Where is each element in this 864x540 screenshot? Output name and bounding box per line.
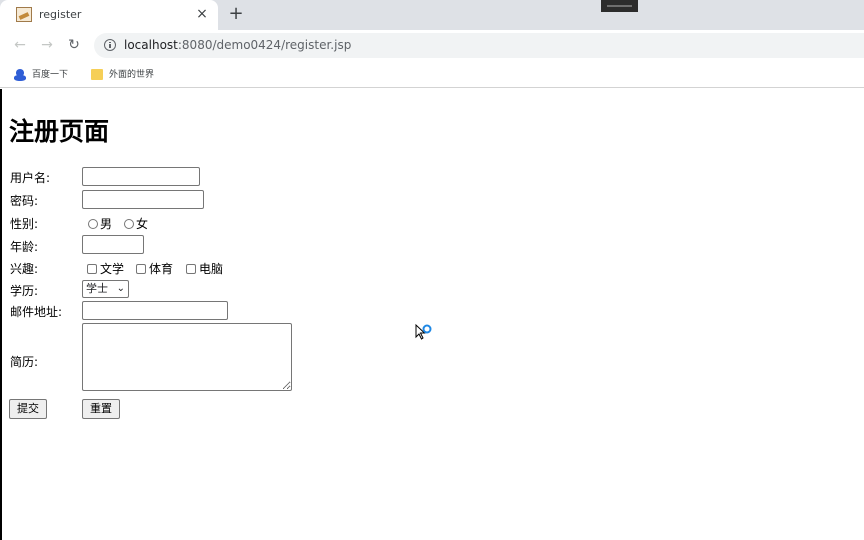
reset-button[interactable]: 重置	[82, 399, 120, 419]
hobby-label: 兴趣:	[10, 262, 39, 276]
username-label: 用户名:	[10, 171, 51, 185]
resume-textarea[interactable]	[82, 323, 292, 391]
address-bar[interactable]: localhost:8080/demo0424/register.jsp	[94, 33, 864, 58]
new-tab-button[interactable]: +	[226, 4, 246, 24]
gender-option-female[interactable]: 女	[124, 215, 148, 232]
hobby-sports-text: 体育	[149, 262, 174, 276]
education-label: 学历:	[10, 284, 39, 298]
hobby-computer-text: 电脑	[199, 262, 224, 276]
bookmarks-bar: 百度一下 外面的世界	[0, 60, 864, 88]
gender-label: 性别:	[10, 217, 39, 231]
mouse-cursor-icon	[415, 323, 432, 340]
baidu-icon	[14, 68, 26, 81]
gender-male-text: 男	[100, 217, 113, 231]
tab-register[interactable]: register ×	[0, 0, 218, 30]
education-selected-value: 学士	[86, 282, 108, 295]
url-path: :8080/demo0424/register.jsp	[177, 38, 352, 52]
bookmark-baidu[interactable]: 百度一下	[14, 67, 68, 81]
page-title: 注册页面	[9, 117, 110, 146]
info-icon[interactable]	[104, 39, 116, 51]
url-host: localhost	[124, 38, 178, 52]
gender-female-text: 女	[136, 217, 149, 231]
back-arrow-icon[interactable]: ←	[10, 35, 30, 55]
submit-button[interactable]: 提交	[9, 399, 47, 419]
resume-label: 简历:	[10, 355, 39, 369]
password-input[interactable]	[82, 190, 204, 209]
radio-button[interactable]	[124, 219, 134, 229]
browser-toolbar: ← → ↻ localhost:8080/demo0424/register.j…	[0, 30, 864, 60]
page-left-border	[0, 89, 2, 540]
username-input[interactable]	[82, 167, 200, 186]
url-text[interactable]: localhost:8080/demo0424/register.jsp	[124, 38, 351, 52]
checkbox[interactable]	[136, 264, 146, 274]
tab-strip: register × +	[0, 0, 864, 30]
bookmark-folder[interactable]: 外面的世界	[91, 67, 154, 80]
page-favicon-icon	[16, 7, 32, 22]
tab-title: register	[39, 8, 82, 21]
chevron-down-icon: ⌄	[116, 283, 125, 294]
age-input[interactable]	[82, 235, 144, 254]
gender-option-male[interactable]: 男	[88, 215, 112, 232]
checkbox[interactable]	[186, 264, 196, 274]
bookmark-label: 外面的世界	[109, 70, 155, 80]
window-thumbnail	[601, 0, 638, 12]
bookmark-label: 百度一下	[32, 70, 69, 80]
hobby-option-sports[interactable]: 体育	[136, 260, 173, 277]
forward-arrow-icon[interactable]: →	[37, 35, 57, 55]
email-label: 邮件地址:	[10, 305, 63, 319]
age-label: 年龄:	[10, 240, 39, 254]
hobby-option-computer[interactable]: 电脑	[186, 260, 223, 277]
email-input[interactable]	[82, 301, 228, 320]
password-label: 密码:	[10, 194, 39, 208]
hobby-literature-text: 文学	[100, 262, 125, 276]
hobby-option-literature[interactable]: 文学	[87, 260, 124, 277]
reload-icon[interactable]: ↻	[64, 35, 84, 55]
checkbox[interactable]	[87, 264, 97, 274]
close-tab-icon[interactable]: ×	[194, 6, 210, 22]
education-select[interactable]: 学士 ⌄	[82, 280, 129, 298]
radio-button[interactable]	[88, 219, 98, 229]
folder-icon	[91, 69, 103, 80]
